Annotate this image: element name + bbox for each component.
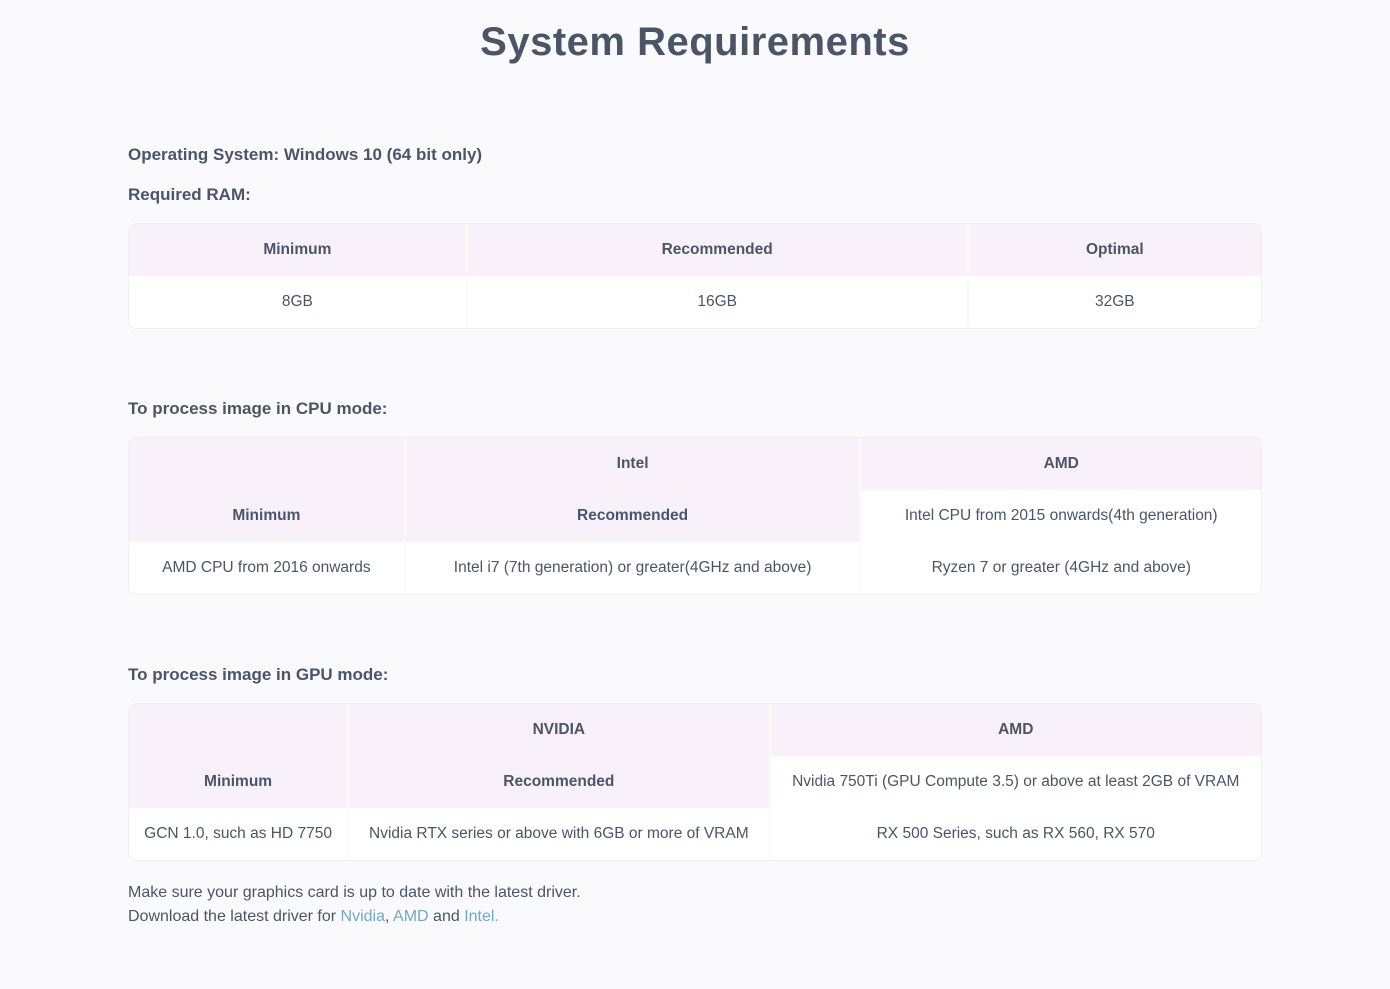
cpu-cell: Minimum	[129, 490, 406, 542]
page-title: System Requirements	[128, 20, 1262, 65]
gpu-cell: RX 500 Series, such as RX 560, RX 570	[771, 808, 1261, 860]
table-row: Minimum Recommended Nvidia 750Ti (GPU Co…	[129, 756, 1261, 808]
gpu-table-block: NVIDIA AMD Minimum Recommended Nvidia 75…	[128, 703, 1262, 861]
ram-value-rec: 16GB	[468, 276, 969, 328]
table-row: GCN 1.0, such as HD 7750 Nvidia RTX seri…	[129, 808, 1261, 860]
link-intel[interactable]: Intel.	[464, 908, 499, 925]
ram-heading: Required RAM:	[128, 185, 1262, 205]
gpu-table: NVIDIA AMD Minimum Recommended Nvidia 75…	[128, 703, 1262, 861]
cpu-header-intel: Intel	[406, 438, 862, 490]
ram-table: Minimum Recommended Optimal 8GB 16GB 32G…	[128, 223, 1262, 329]
cpu-heading: To process image in CPU mode:	[128, 399, 1262, 419]
link-amd[interactable]: AMD	[393, 908, 429, 925]
gpu-heading: To process image in GPU mode:	[128, 665, 1262, 685]
cpu-header-amd: AMD	[861, 438, 1261, 490]
driver-line1: Make sure your graphics card is up to da…	[128, 884, 581, 901]
gpu-header-blank	[129, 704, 349, 756]
cpu-header-blank	[129, 438, 406, 490]
ram-header-rec: Recommended	[468, 224, 969, 276]
cpu-table: Intel AMD Minimum Recommended Intel CPU …	[128, 437, 1262, 595]
ram-value-opt: 32GB	[969, 276, 1261, 328]
gpu-header-amd: AMD	[771, 704, 1261, 756]
table-row: Minimum Recommended Intel CPU from 2015 …	[129, 490, 1261, 542]
cpu-cell: Ryzen 7 or greater (4GHz and above)	[861, 542, 1261, 594]
gpu-cell: Recommended	[349, 756, 770, 808]
cpu-cell: Intel CPU from 2015 onwards(4th generati…	[861, 490, 1261, 542]
cpu-table-block: Intel AMD Minimum Recommended Intel CPU …	[128, 437, 1262, 595]
ram-value-min: 8GB	[129, 276, 468, 328]
table-row: Minimum Recommended Optimal	[129, 224, 1261, 276]
table-row: Intel AMD	[129, 438, 1261, 490]
table-row: AMD CPU from 2016 onwards Intel i7 (7th …	[129, 542, 1261, 594]
link-nvidia[interactable]: Nvidia	[341, 908, 385, 925]
content-container: System Requirements Operating System: Wi…	[108, 20, 1282, 989]
sep: ,	[385, 908, 393, 925]
driver-line2-prefix: Download the latest driver for	[128, 908, 341, 925]
table-row: 8GB 16GB 32GB	[129, 276, 1261, 328]
gpu-cell: Nvidia 750Ti (GPU Compute 3.5) or above …	[771, 756, 1261, 808]
ram-header-opt: Optimal	[969, 224, 1261, 276]
gpu-header-nvidia: NVIDIA	[349, 704, 770, 756]
ram-table-block: Minimum Recommended Optimal 8GB 16GB 32G…	[128, 223, 1262, 329]
table-row: NVIDIA AMD	[129, 704, 1261, 756]
driver-note: Make sure your graphics card is up to da…	[128, 881, 1262, 929]
gpu-cell: GCN 1.0, such as HD 7750	[129, 808, 349, 860]
cpu-cell: Intel i7 (7th generation) or greater(4GH…	[406, 542, 862, 594]
cpu-cell: AMD CPU from 2016 onwards	[129, 542, 406, 594]
gpu-cell: Minimum	[129, 756, 349, 808]
ram-header-min: Minimum	[129, 224, 468, 276]
cpu-cell: Recommended	[406, 490, 862, 542]
sep: and	[429, 908, 465, 925]
gpu-cell: Nvidia RTX series or above with 6GB or m…	[349, 808, 770, 860]
os-requirement: Operating System: Windows 10 (64 bit onl…	[128, 145, 1262, 165]
